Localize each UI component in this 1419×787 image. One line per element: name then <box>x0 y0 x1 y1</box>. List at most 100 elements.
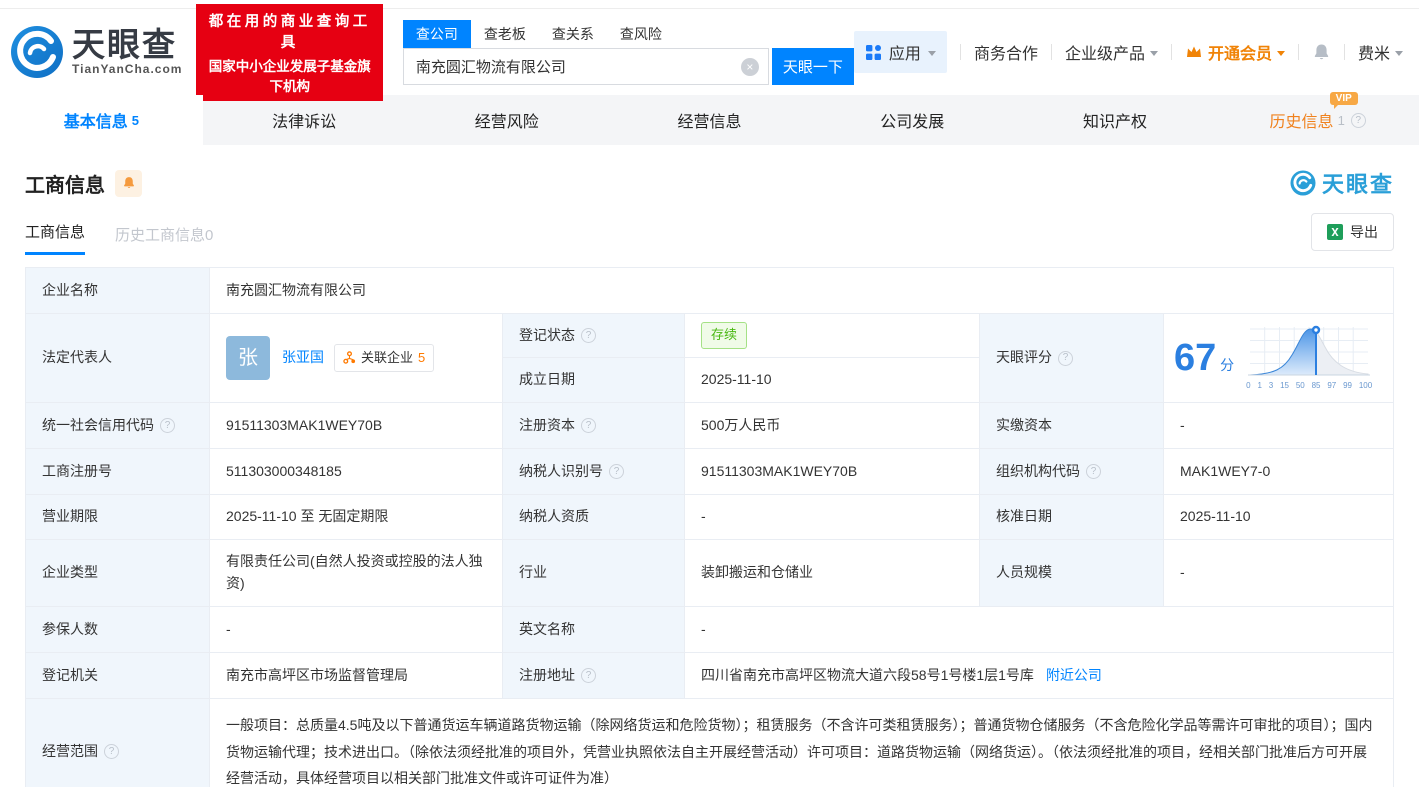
tab-development-label: 公司发展 <box>880 114 945 131</box>
tab-basic-info[interactable]: 基本信息 5 <box>0 95 203 145</box>
field-value-legal-rep: 张 张亚国 关联企业 5 <box>210 314 502 402</box>
field-label-paid-capital: 实缴资本 <box>980 403 1163 448</box>
field-value-score: 67 分 0 1 3 15 50 85 97 99 100 <box>1164 314 1393 402</box>
help-icon[interactable]: ? <box>1350 112 1366 128</box>
tab-operating-info[interactable]: 经营信息 <box>608 95 811 145</box>
watermark-text: 天眼查 <box>1321 172 1394 197</box>
help-icon[interactable]: ? <box>581 668 596 683</box>
field-label-staff-size: 人员规模 <box>980 540 1163 606</box>
search-tabs: 查公司 查老板 查关系 查风险 <box>402 19 854 48</box>
field-value-industry: 装卸搬运和仓储业 <box>685 540 979 606</box>
field-value-taxpayer-id: 91511303MAK1WEY70B <box>685 449 979 494</box>
open-vip-menu[interactable]: 开通会员 <box>1185 40 1285 64</box>
export-button[interactable]: 导出 <box>1311 213 1394 251</box>
user-menu[interactable]: 费米 <box>1358 40 1403 64</box>
field-label-approval-date: 核准日期 <box>980 495 1163 539</box>
tab-legal-proceedings[interactable]: 法律诉讼 <box>203 95 406 145</box>
tab-basic-count: 5 <box>131 112 139 128</box>
username-label: 费米 <box>1357 46 1390 63</box>
legal-rep-name-link[interactable]: 张亚国 <box>282 347 324 369</box>
business-cooperation-link[interactable]: 商务合作 <box>974 40 1038 64</box>
help-icon[interactable]: ? <box>1058 350 1073 366</box>
field-label-reg-address: 注册地址? <box>503 653 684 698</box>
tianyancha-logo[interactable]: 天眼查 TianYanCha.com <box>10 25 182 79</box>
related-companies-count: 5 <box>418 349 426 365</box>
org-structure-icon <box>343 351 356 365</box>
subtab-history-business-info[interactable]: 历史工商信息0 <box>115 224 213 255</box>
section-title: 工商信息 <box>25 174 105 197</box>
help-icon[interactable]: ? <box>160 418 175 433</box>
nav-divider <box>1297 44 1299 60</box>
related-companies-badge[interactable]: 关联企业 5 <box>334 343 435 373</box>
search-input[interactable] <box>402 47 769 85</box>
field-value-reg-address: 四川省南充市高坪区物流大道六段58号1号楼1层1号库 附近公司 <box>685 653 1393 698</box>
field-label-english-name: 英文名称 <box>503 607 684 652</box>
field-value-english-name: - <box>685 607 1393 652</box>
field-value-reg-status: 存续 <box>685 314 979 357</box>
tab-basic-label: 基本信息 <box>63 114 128 131</box>
field-value-business-term: 2025-11-10 至 无固定期限 <box>210 495 502 539</box>
excel-icon <box>1327 224 1343 240</box>
tab-operating-risk[interactable]: 经营风险 <box>405 95 608 145</box>
score-axis-labels: 01 3 15 50 85 97 99 100 <box>1246 381 1373 391</box>
apps-menu[interactable]: 应用 <box>853 31 947 73</box>
search-tab-risk[interactable]: 查风险 <box>607 20 675 48</box>
chevron-down-icon <box>1395 50 1403 56</box>
bell-icon <box>1314 44 1329 59</box>
field-value-credit-code: 91511303MAK1WEY70B <box>210 403 502 448</box>
search-tab-company[interactable]: 查公司 <box>402 19 471 48</box>
watermark-logo: 天眼查 <box>1290 167 1394 199</box>
field-value-approval-date: 2025-11-10 <box>1164 495 1393 539</box>
field-label-establish-date: 成立日期 <box>503 358 684 402</box>
field-value-reg-authority: 南充市高坪区市场监督管理局 <box>210 653 502 698</box>
help-icon[interactable]: ? <box>609 464 624 479</box>
tab-legal-label: 法律诉讼 <box>272 114 337 131</box>
field-label-reg-number: 工商注册号 <box>26 449 209 494</box>
company-nav-tabs: 基本信息 5 法律诉讼 经营风险 经营信息 公司发展 知识产权 VIP 历史信息… <box>0 92 1419 145</box>
field-value-org-code: MAK1WEY7-0 <box>1164 449 1393 494</box>
clear-search-icon[interactable]: × <box>740 57 759 76</box>
notifications-button[interactable] <box>1312 43 1331 62</box>
subtab-business-info[interactable]: 工商信息 <box>25 221 86 255</box>
field-label-business-term: 营业期限 <box>26 495 209 539</box>
search-tab-relation[interactable]: 查关系 <box>539 20 607 48</box>
export-label: 导出 <box>1350 224 1378 240</box>
field-value-reg-capital: 500万人民币 <box>685 403 979 448</box>
nav-divider <box>1343 44 1345 60</box>
tab-risk-label: 经营风险 <box>474 114 539 131</box>
enterprise-label: 企业级产品 <box>1064 46 1145 63</box>
nearby-companies-link[interactable]: 附近公司 <box>1046 665 1102 687</box>
help-icon[interactable]: ? <box>581 328 596 343</box>
tab-history-info[interactable]: VIP 历史信息 1 ? <box>1216 92 1419 145</box>
chevron-down-icon <box>1149 50 1158 56</box>
help-icon[interactable]: ? <box>104 744 119 760</box>
help-icon[interactable]: ? <box>581 418 596 433</box>
slogan-line1: 都在用的商业查询工具 <box>208 13 371 51</box>
status-badge: 存续 <box>701 322 748 349</box>
tab-company-development[interactable]: 公司发展 <box>811 95 1014 145</box>
slogan-line2: 国家中小企业发展子基金旗下机构 <box>208 58 371 94</box>
field-label-credit-code: 统一社会信用代码? <box>26 403 209 448</box>
monitor-bell-button[interactable] <box>115 169 142 197</box>
enterprise-products-menu[interactable]: 企业级产品 <box>1065 40 1158 64</box>
vip-badge: VIP <box>1329 92 1358 109</box>
field-label-score: 天眼评分? <box>980 314 1163 402</box>
logo-domain: TianYanCha.com <box>72 62 183 77</box>
crown-icon <box>1186 46 1201 57</box>
legal-rep-avatar[interactable]: 张 <box>226 336 270 380</box>
field-label-company-name: 企业名称 <box>26 268 209 313</box>
search-submit-button[interactable]: 天眼一下 <box>771 47 854 85</box>
field-value-company-type: 有限责任公司(自然人投资或控股的法人独资) <box>210 540 502 606</box>
tab-intellectual-property[interactable]: 知识产权 <box>1014 95 1217 145</box>
tab-ip-label: 知识产权 <box>1082 114 1147 131</box>
field-label-reg-authority: 登记机关 <box>26 653 209 698</box>
search-tab-boss[interactable]: 查老板 <box>471 20 539 48</box>
field-value-reg-number: 511303000348185 <box>210 449 502 494</box>
field-label-legal-rep: 法定代表人 <box>26 314 209 402</box>
help-icon[interactable]: ? <box>1086 464 1101 479</box>
field-label-industry: 行业 <box>503 540 684 606</box>
nav-divider <box>1170 44 1172 60</box>
tianyancha-logo-icon <box>11 26 63 78</box>
apps-grid-icon <box>865 44 881 60</box>
bell-icon <box>123 177 134 188</box>
